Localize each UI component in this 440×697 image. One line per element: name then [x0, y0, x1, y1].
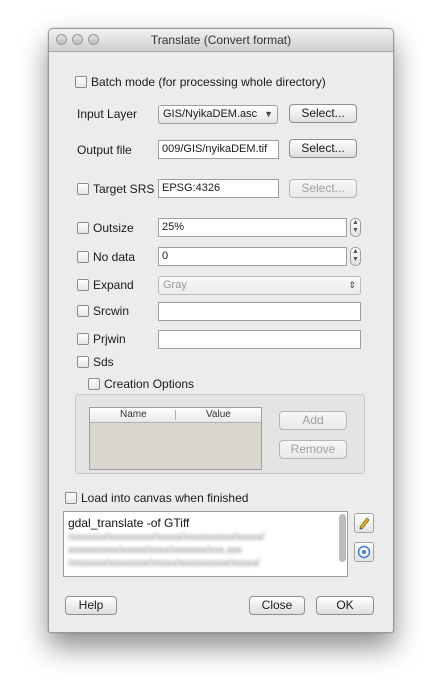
expand-checkbox[interactable] [77, 279, 89, 291]
command-blurred-line: xxxxxxxxxx/xxxxx/xxxx/xxxxxxx/xxx.xxx [68, 545, 242, 556]
expand-combobox[interactable]: Gray ⇕ [158, 276, 361, 295]
no-data-label: No data [93, 250, 136, 264]
prjwin-checkbox[interactable] [77, 333, 89, 345]
creation-options-label: Creation Options [104, 377, 195, 391]
table-header: Name Value [90, 408, 261, 423]
creation-options-table[interactable]: Name Value [89, 407, 262, 470]
title-bar[interactable]: Translate (Convert format) [49, 29, 393, 52]
no-data-input[interactable]: 0 [158, 247, 347, 266]
ok-button[interactable]: OK [316, 596, 374, 615]
prjwin-label: Prjwin [93, 332, 126, 346]
translate-dialog: Translate (Convert format) Batch mode (f… [48, 28, 394, 633]
outsize-label: Outsize [93, 221, 134, 235]
target-srs-select-button[interactable]: Select... [289, 179, 357, 198]
creation-options-checkbox[interactable] [88, 378, 100, 390]
outsize-stepper[interactable]: ▲ ▼ [350, 218, 361, 237]
load-canvas-checkbox[interactable] [65, 492, 77, 504]
input-layer-value: GIS/NyikaDEM.asc [163, 108, 258, 120]
column-header-name[interactable]: Name [120, 409, 147, 420]
command-blurred-line: /xxxxxxx/xxxxxxxx/xxxxx/xxxxxxxxxx/xxxxx… [68, 558, 260, 569]
chevron-updown-icon: ⇕ [348, 280, 356, 290]
expand-value: Gray [163, 279, 187, 291]
no-data-checkbox[interactable] [77, 251, 89, 263]
load-canvas-label: Load into canvas when finished [81, 491, 249, 505]
command-text-area[interactable]: gdal_translate -of GTiff /xxxxxxx/xxxxxx… [63, 511, 348, 577]
output-file-label: Output file [77, 143, 132, 157]
command-blurred-line: /xxxxxxx/xxxxxxxxx/xxxxx/xxxxxxxxxx/xxxx… [68, 532, 265, 543]
target-srs-input[interactable]: EPSG:4326 [158, 179, 279, 198]
info-button[interactable] [354, 542, 374, 562]
expand-label: Expand [93, 278, 134, 292]
pencil-icon [359, 517, 370, 530]
batch-mode-label: Batch mode (for processing whole directo… [91, 75, 326, 89]
srcwin-checkbox[interactable] [77, 305, 89, 317]
output-file-select-button[interactable]: Select... [289, 139, 357, 158]
outsize-input[interactable]: 25% [158, 218, 347, 237]
add-option-button[interactable]: Add [279, 411, 347, 430]
creation-options-group: Name Value Add Remove [75, 394, 365, 474]
input-layer-label: Input Layer [77, 107, 138, 121]
outsize-checkbox[interactable] [77, 222, 89, 234]
target-srs-checkbox[interactable] [77, 183, 89, 195]
input-layer-select-button[interactable]: Select... [289, 104, 357, 123]
info-icon [357, 545, 371, 559]
batch-mode-checkbox[interactable] [75, 76, 87, 88]
input-layer-combobox[interactable]: GIS/NyikaDEM.asc ▼ [158, 105, 278, 124]
window-title: Translate (Convert format) [150, 33, 292, 47]
remove-option-button[interactable]: Remove [279, 440, 347, 459]
sds-checkbox[interactable] [77, 356, 89, 368]
edit-command-button[interactable] [354, 513, 374, 533]
chevron-down-icon: ▼ [264, 109, 273, 119]
command-first-line: gdal_translate -of GTiff [68, 516, 190, 530]
column-header-value[interactable]: Value [206, 409, 231, 420]
target-srs-label: Target SRS [93, 182, 155, 196]
close-button[interactable]: Close [249, 596, 305, 615]
no-data-stepper[interactable]: ▲ ▼ [350, 247, 361, 266]
prjwin-input[interactable] [158, 330, 361, 349]
srcwin-input[interactable] [158, 302, 361, 321]
output-file-input[interactable]: 009/GIS/nyikaDEM.tif [158, 140, 279, 159]
help-button[interactable]: Help [65, 596, 117, 615]
srcwin-label: Srcwin [93, 304, 130, 318]
command-scrollbar[interactable] [339, 514, 346, 562]
sds-label: Sds [93, 355, 114, 369]
